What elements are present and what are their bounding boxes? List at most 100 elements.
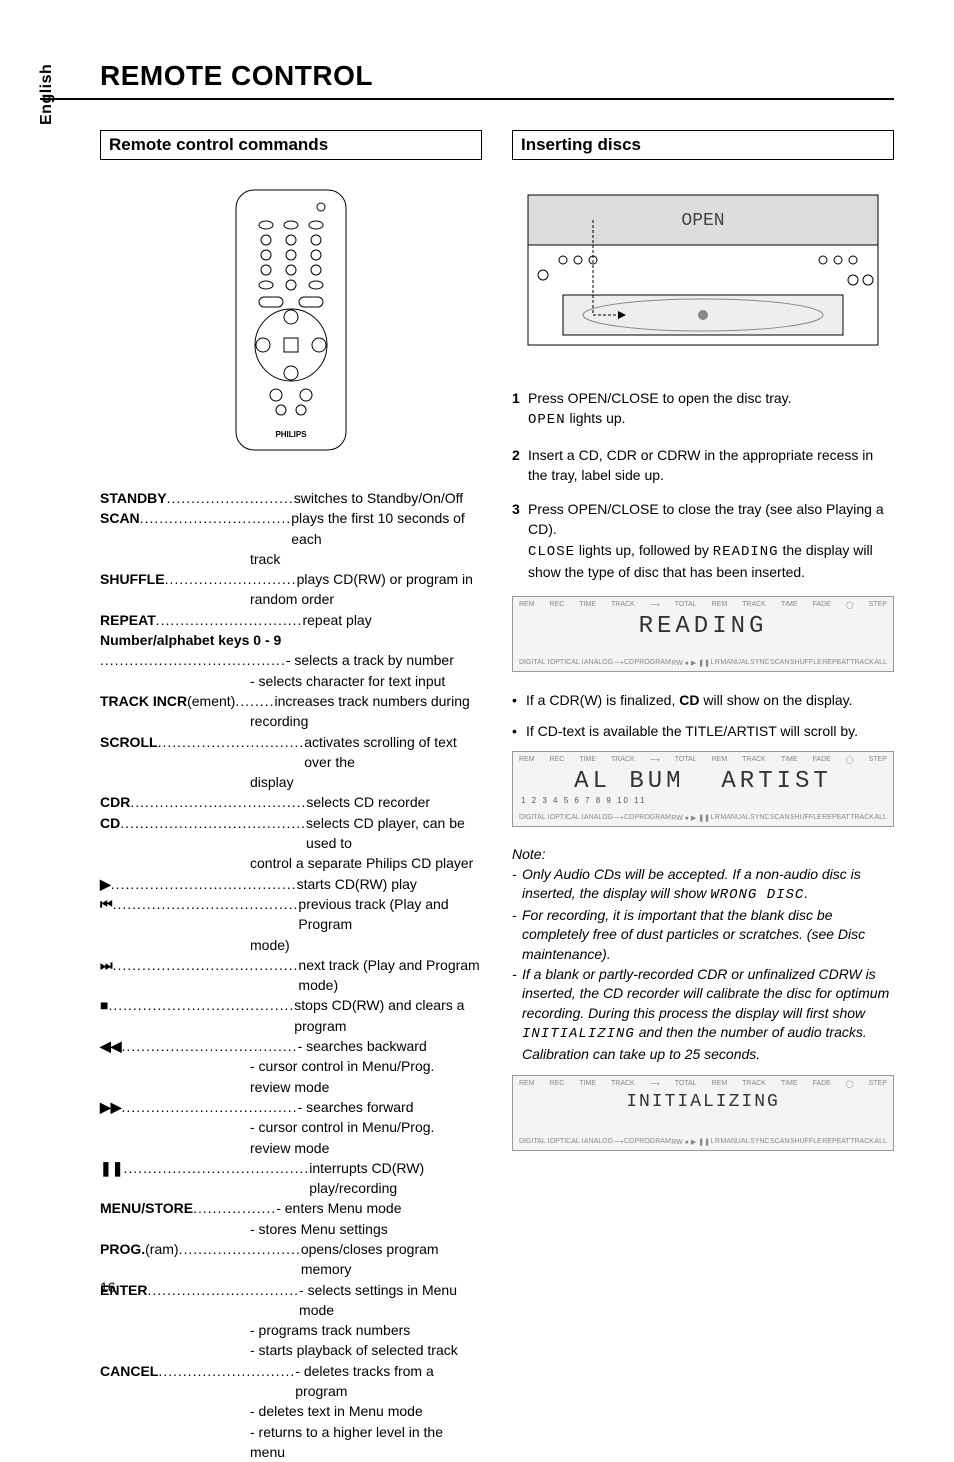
step-body: Press OPEN/CLOSE to close the tray (see …	[528, 499, 894, 582]
note-item: For recording, it is important that the …	[512, 906, 894, 965]
step-number: 2	[512, 445, 528, 486]
command-row: ❚❚......................................…	[100, 1158, 482, 1199]
command-row: review mode	[100, 1138, 482, 1158]
command-row: CDR....................................s…	[100, 792, 482, 812]
lcd-track-numbers: 1 2 3 4 5 6 7 8 9 10 11	[521, 796, 646, 805]
command-term: MENU/STORE	[100, 1198, 193, 1218]
command-term: CD	[100, 813, 120, 854]
command-desc: repeat play	[302, 610, 482, 630]
command-desc: - searches forward	[298, 1097, 482, 1117]
page-title: REMOTE CONTROL	[100, 60, 894, 92]
command-desc: selects CD recorder	[306, 792, 482, 812]
command-row: CANCEL ............................- del…	[100, 1361, 482, 1402]
command-desc: - searches backward	[298, 1036, 482, 1056]
step: 1Press OPEN/CLOSE to open the disc tray.…	[512, 388, 894, 431]
command-row: - cursor control in Menu/Prog.	[100, 1056, 482, 1076]
command-desc: plays CD(RW) or program in	[297, 569, 482, 589]
command-symbol: ⏭	[100, 955, 113, 996]
command-row: SCAN...............................plays…	[100, 508, 482, 549]
command-row: - programs track numbers	[100, 1320, 482, 1340]
step-number: 3	[512, 499, 528, 582]
left-column: Remote control commands	[100, 130, 482, 1462]
lcd-reading: REMRECTIMETRACK⟶TOTALREMTRACKTIMEFADE◯ST…	[512, 596, 894, 672]
note-item: Only Audio CDs will be accepted. If a no…	[512, 865, 894, 906]
steps-list: 1Press OPEN/CLOSE to open the disc tray.…	[512, 388, 894, 582]
command-desc: - enters Menu mode	[276, 1198, 482, 1218]
command-term: REPEAT	[100, 610, 156, 630]
command-desc: increases track numbers during	[274, 691, 482, 711]
command-term: TRACK INCR	[100, 691, 187, 711]
command-desc: activates scrolling of text over the	[304, 732, 482, 773]
command-row: TRACK INCR(ement) ........increases trac…	[100, 691, 482, 711]
command-term: SCROLL	[100, 732, 158, 773]
command-symbol: ⏮	[100, 894, 113, 935]
note-heading: Note:	[512, 845, 894, 865]
command-row: control a separate Philips CD player	[100, 853, 482, 873]
command-row: - cursor control in Menu/Prog.	[100, 1117, 482, 1137]
lcd-initializing: REMRECTIMETRACK⟶TOTALREMTRACKTIMEFADE◯ST…	[512, 1075, 894, 1151]
command-desc: opens/closes program memory	[301, 1239, 482, 1280]
remote-diagram: PHILIPS	[100, 170, 482, 470]
lcd-main-text: AL BUM ARTIST	[513, 768, 893, 795]
command-desc: plays the first 10 seconds of each	[291, 508, 482, 549]
command-row: - returns to a higher level in the	[100, 1422, 482, 1442]
remote-commands-heading: Remote control commands	[100, 130, 482, 160]
command-row: STANDBY..........................switche…	[100, 488, 482, 508]
command-term: CDR	[100, 792, 130, 812]
command-term: SCAN	[100, 508, 140, 549]
command-term: STANDBY	[100, 488, 167, 508]
cd-player-icon: OPEN	[523, 175, 883, 365]
command-row: track	[100, 549, 482, 569]
device-diagram: OPEN	[512, 170, 894, 370]
command-desc: interrupts CD(RW) play/recording	[309, 1158, 482, 1199]
command-desc: next track (Play and Program mode)	[298, 955, 482, 996]
command-desc: - selects a track by number	[286, 650, 482, 670]
command-symbol: ◀◀	[100, 1036, 122, 1056]
bullet-item: If CD-text is available the TITLE/ARTIST…	[512, 721, 894, 741]
command-term: PROG.	[100, 1239, 145, 1280]
command-row: - stores Menu settings	[100, 1219, 482, 1239]
inserting-discs-heading: Inserting discs	[512, 130, 894, 160]
language-tab: English	[38, 64, 56, 125]
command-list: STANDBY..........................switche…	[100, 488, 482, 1462]
command-symbol: ▶▶	[100, 1097, 122, 1117]
command-symbol: ❚❚	[100, 1158, 123, 1199]
command-row: REPEAT..............................repe…	[100, 610, 482, 630]
command-row: SCROLL..............................acti…	[100, 732, 482, 773]
step-number: 1	[512, 388, 528, 431]
svg-text:PHILIPS: PHILIPS	[275, 430, 307, 439]
step-body: Insert a CD, CDR or CDRW in the appropri…	[528, 445, 894, 486]
svg-text:OPEN: OPEN	[681, 211, 724, 231]
command-row: menu	[100, 1442, 482, 1462]
bullet-item: If a CDR(W) is finalized, CD will show o…	[512, 690, 894, 710]
right-column: Inserting discs OPEN	[512, 130, 894, 1462]
command-term: SHUFFLE	[100, 569, 165, 589]
command-row: ▶▶....................................- …	[100, 1097, 482, 1117]
command-row: random order	[100, 589, 482, 609]
command-desc: previous track (Play and Program	[298, 894, 482, 935]
command-desc: - selects settings in Menu mode	[299, 1280, 482, 1321]
lcd-album-artist: REMRECTIMETRACK⟶TOTALREMTRACKTIMEFADE◯ST…	[512, 751, 894, 827]
title-rule	[40, 98, 894, 100]
remote-icon: PHILIPS	[231, 185, 351, 455]
note-item: If a blank or partly-recorded CDR or unf…	[512, 965, 894, 1065]
command-row: - selects character for text input	[100, 671, 482, 691]
command-row: ▶......................................s…	[100, 874, 482, 894]
command-row: SHUFFLE...........................plays …	[100, 569, 482, 589]
step: 2Insert a CD, CDR or CDRW in the appropr…	[512, 445, 894, 486]
command-row: ⏭......................................n…	[100, 955, 482, 996]
command-row: ◀◀....................................- …	[100, 1036, 482, 1056]
command-row: MENU/STORE .................- enters Men…	[100, 1198, 482, 1218]
command-term: CANCEL	[100, 1361, 158, 1402]
command-row: mode)	[100, 935, 482, 955]
command-symbol: ■	[100, 995, 108, 1036]
bullet-list: If a CDR(W) is finalized, CD will show o…	[512, 690, 894, 741]
command-desc: stops CD(RW) and clears a program	[294, 995, 482, 1036]
page-number: 16	[100, 1279, 116, 1295]
command-row: CD......................................…	[100, 813, 482, 854]
note-block: Note: Only Audio CDs will be accepted. I…	[512, 845, 894, 1065]
command-desc: switches to Standby/On/Off	[294, 488, 482, 508]
content-columns: Remote control commands	[100, 130, 894, 1462]
command-row: ......................................- …	[100, 650, 482, 670]
command-row: recording	[100, 711, 482, 731]
